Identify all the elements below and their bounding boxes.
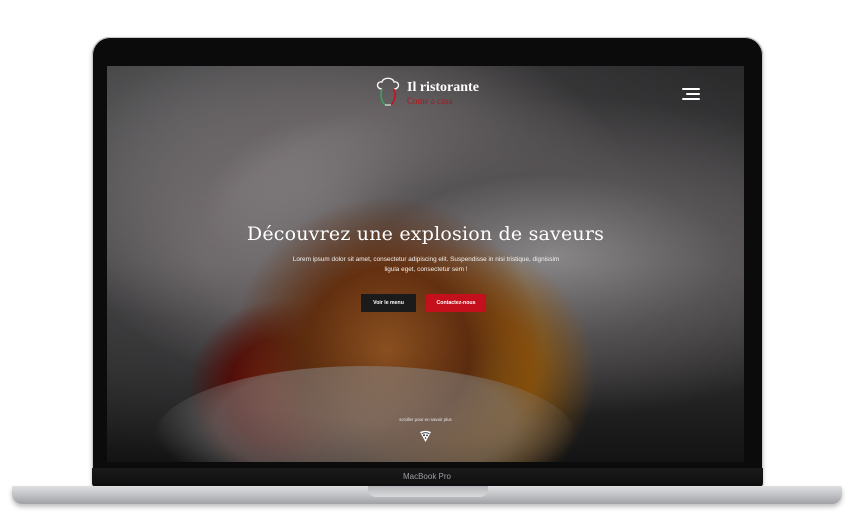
hero-description: Lorem ipsum dolor sit amet, consectetur … — [292, 256, 560, 273]
hamburger-menu-icon[interactable] — [682, 88, 700, 100]
model-label: MacBook Pro — [402, 472, 452, 481]
brand-tagline: Come a casa — [407, 96, 453, 106]
laptop-notch — [368, 486, 488, 497]
laptop-mockup: Il ristorante Come a casa Découvrez une … — [0, 0, 854, 528]
chef-hat-icon — [376, 77, 400, 106]
pizza-slice-icon[interactable] — [419, 430, 432, 448]
brand-name: Il ristorante — [407, 80, 479, 95]
scroll-hint: scroller pour en savoir plus — [399, 417, 452, 422]
view-menu-button[interactable]: Voir le menu — [361, 294, 416, 312]
hero-title: Découvrez une explosion de saveurs — [246, 223, 605, 245]
contact-button[interactable]: Contactez-nous — [426, 294, 486, 312]
site-header: Il ristorante Come a casa — [107, 66, 744, 118]
website-screen: Il ristorante Come a casa Découvrez une … — [107, 66, 744, 462]
site-logo[interactable]: Il ristorante Come a casa — [373, 75, 493, 115]
